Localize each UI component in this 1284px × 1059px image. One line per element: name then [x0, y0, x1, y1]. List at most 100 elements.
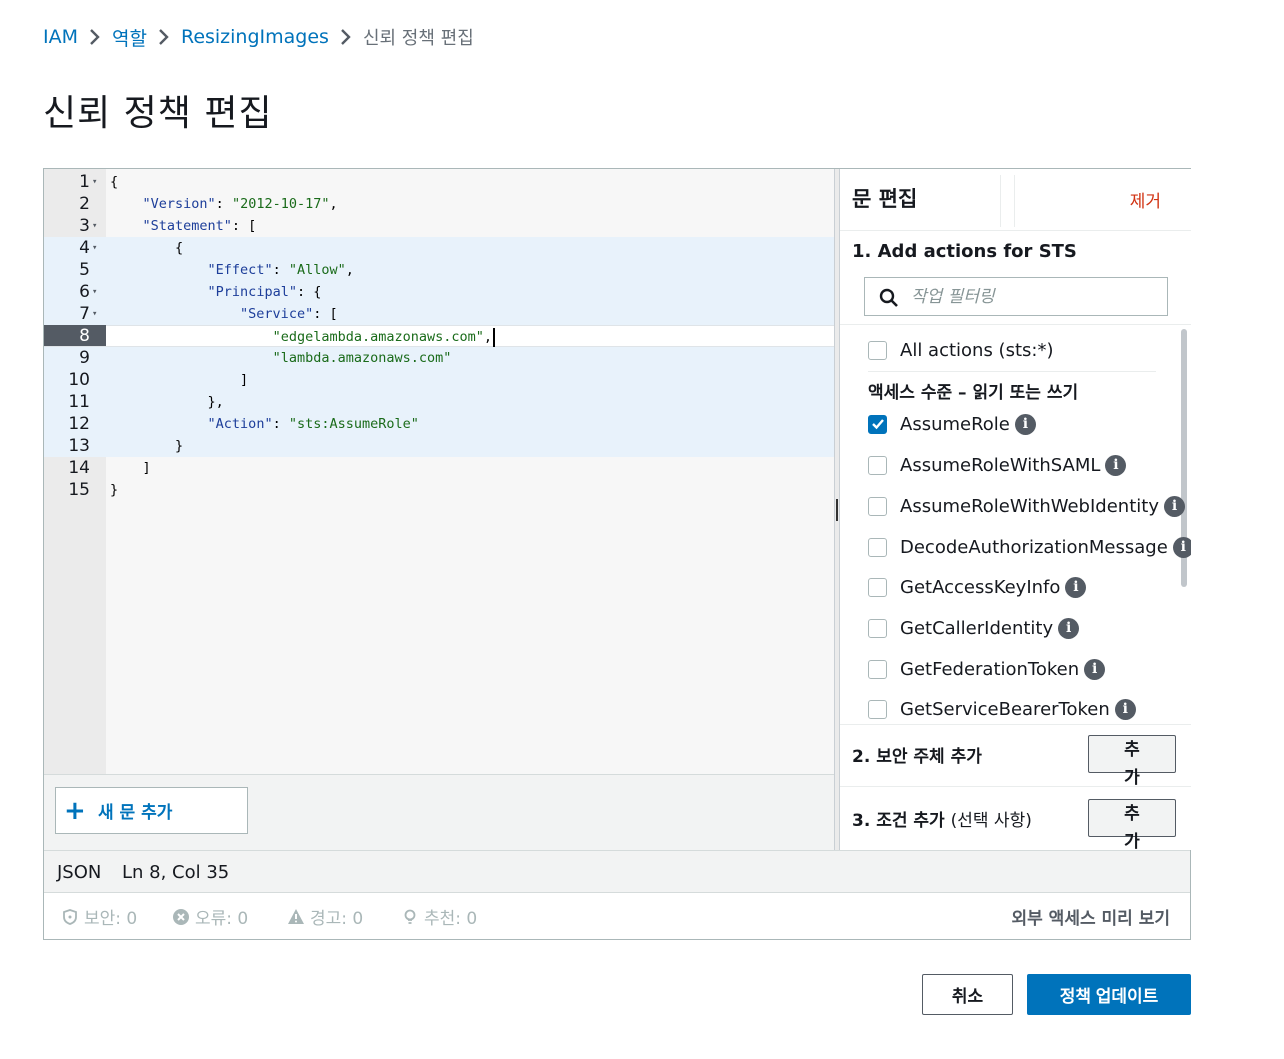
action-row[interactable]: AssumeRole i: [868, 411, 1036, 437]
fold-arrow-icon[interactable]: ▾: [92, 281, 97, 303]
fold-arrow-icon[interactable]: ▾: [92, 171, 97, 193]
breadcrumb-role-name[interactable]: ResizingImages: [181, 26, 329, 48]
add-condition-heading: 3. 조건 추가 (선택 사항): [852, 811, 1032, 831]
code-line[interactable]: 6 ▾ "Principal": {: [44, 281, 834, 303]
code-text: }: [110, 482, 119, 498]
json-key: "Effect": [207, 262, 273, 278]
action-label: DecodeAuthorizationMessage: [900, 536, 1168, 558]
code-line[interactable]: 1 ▾ {: [44, 171, 834, 193]
lightbulb-icon: [404, 909, 416, 924]
code-line[interactable]: 10 ]: [44, 369, 834, 391]
checkbox[interactable]: [868, 340, 887, 360]
info-icon[interactable]: i: [1084, 658, 1106, 680]
code-text: ]: [142, 460, 151, 476]
action-row[interactable]: GetFederationToken i: [868, 656, 1106, 682]
action-filter-input[interactable]: [911, 283, 1161, 311]
checkbox-checked[interactable]: [868, 414, 887, 434]
action-label: AssumeRoleWithWebIdentity: [900, 495, 1159, 517]
code-line[interactable]: 12 "Action": "sts:AssumeRole": [44, 413, 834, 435]
action-label: GetAccessKeyInfo: [900, 576, 1061, 598]
action-row[interactable]: GetAccessKeyInfo i: [868, 574, 1087, 600]
info-icon[interactable]: i: [1172, 536, 1191, 558]
actions-list[interactable]: All actions (sts:*) 액세스 수준 – 읽기 또는 쓰기 As…: [840, 324, 1191, 724]
code-line[interactable]: 13 }: [44, 435, 834, 457]
code-line[interactable]: 9 "lambda.amazonaws.com": [44, 347, 834, 369]
code-line-active[interactable]: 8 "edgelambda.amazonaws.com",: [44, 325, 834, 347]
json-key: "Principal": [207, 284, 297, 300]
info-icon[interactable]: i: [1105, 454, 1127, 476]
code-line[interactable]: 2 "Version": "2012-10-17",: [44, 193, 834, 215]
shield-icon: [63, 908, 77, 925]
info-icon[interactable]: i: [1114, 698, 1136, 720]
info-icon[interactable]: i: [1014, 413, 1036, 435]
update-policy-button[interactable]: 정책 업데이트: [1027, 974, 1191, 1015]
breadcrumb-roles[interactable]: 역할: [112, 24, 147, 51]
checkbox[interactable]: [868, 699, 887, 719]
code-line[interactable]: 15 }: [44, 479, 834, 501]
action-row[interactable]: GetCallerIdentity i: [868, 615, 1080, 641]
preview-external-access-button[interactable]: 외부 액세스 미리 보기: [1011, 904, 1170, 929]
all-actions-checkbox-row[interactable]: All actions (sts:*): [868, 337, 1053, 363]
action-label: AssumeRole: [900, 413, 1010, 435]
divider: [1014, 175, 1015, 227]
fold-arrow-icon[interactable]: ▾: [92, 303, 97, 325]
line-number: 9: [79, 348, 90, 368]
fold-arrow-icon[interactable]: ▾: [92, 237, 97, 259]
action-label: GetServiceBearerToken: [900, 698, 1110, 720]
divider: [868, 371, 1156, 372]
optional-label: (선택 사항): [950, 811, 1032, 831]
remove-statement-button[interactable]: 제거: [1130, 187, 1161, 212]
json-code-editor[interactable]: 1 ▾ { 2 "Version": "2012-10-17", 3 ▾ "Stat…: [44, 169, 834, 774]
action-row[interactable]: DecodeAuthorizationMessage i: [868, 534, 1191, 560]
code-line[interactable]: 5 "Effect": "Allow",: [44, 259, 834, 281]
action-row[interactable]: GetServiceBearerToken i: [868, 696, 1136, 722]
warning-icon: [288, 908, 304, 924]
divider: [1000, 175, 1001, 227]
code-line[interactable]: 3 ▾ "Statement": [: [44, 215, 834, 237]
suggestion-findings[interactable]: 추천: 0: [401, 904, 477, 929]
add-condition-section: 3. 조건 추가 (선택 사항) 추가: [840, 786, 1191, 852]
fold-arrow-icon[interactable]: ▾: [92, 215, 97, 237]
json-string: "2012-10-17": [231, 196, 330, 212]
edit-statement-panel: 문 편집 제거 1. Add actions for STS All actio…: [840, 169, 1191, 852]
code-line[interactable]: 7 ▾ "Service": [: [44, 303, 834, 325]
cancel-button[interactable]: 취소: [922, 974, 1013, 1015]
checkbox[interactable]: [868, 537, 887, 557]
panel-title: 문 편집: [852, 187, 918, 211]
error-findings[interactable]: 오류: 0: [172, 904, 248, 929]
checkbox[interactable]: [868, 455, 887, 475]
line-number: 14: [68, 458, 90, 478]
info-icon[interactable]: i: [1065, 576, 1087, 598]
text-cursor: [493, 327, 496, 347]
chevron-right-icon: [147, 24, 181, 50]
breadcrumb-iam[interactable]: IAM: [43, 26, 78, 48]
code-text: ]: [240, 372, 249, 388]
checkbox[interactable]: [868, 577, 887, 597]
action-filter: [864, 277, 1168, 316]
line-number: 12: [68, 414, 90, 434]
add-principal-button[interactable]: 추가: [1088, 735, 1176, 788]
checkbox[interactable]: [868, 496, 887, 516]
add-principal-heading: 2. 보안 주체 추가: [852, 747, 982, 767]
checkbox[interactable]: [868, 618, 887, 638]
add-new-statement-button[interactable]: + 새 문 추가: [55, 787, 248, 834]
security-findings[interactable]: 보안: 0: [61, 904, 137, 929]
code-text: },: [207, 394, 224, 410]
info-icon[interactable]: i: [1163, 495, 1185, 517]
info-icon[interactable]: i: [1058, 617, 1080, 639]
code-line[interactable]: 11 },: [44, 391, 834, 413]
code-line[interactable]: 4 ▾ {: [44, 237, 834, 259]
checkbox[interactable]: [868, 659, 887, 679]
action-row[interactable]: AssumeRoleWithWebIdentity i: [868, 493, 1185, 519]
action-row[interactable]: AssumeRoleWithSAML i: [868, 452, 1127, 478]
add-condition-button[interactable]: 추가: [1088, 799, 1176, 852]
json-key: "Action": [207, 416, 273, 432]
line-number: 11: [68, 392, 90, 412]
code-line[interactable]: 14 ]: [44, 457, 834, 479]
add-principal-section: 2. 보안 주체 추가 추가: [840, 724, 1191, 788]
warning-findings[interactable]: 경고: 0: [287, 904, 363, 929]
editor-status-bar: JSON Ln 8, Col 35: [44, 850, 1190, 893]
action-label: GetCallerIdentity: [900, 617, 1054, 639]
line-number: 3: [79, 216, 90, 236]
error-circle-icon: [173, 908, 189, 925]
